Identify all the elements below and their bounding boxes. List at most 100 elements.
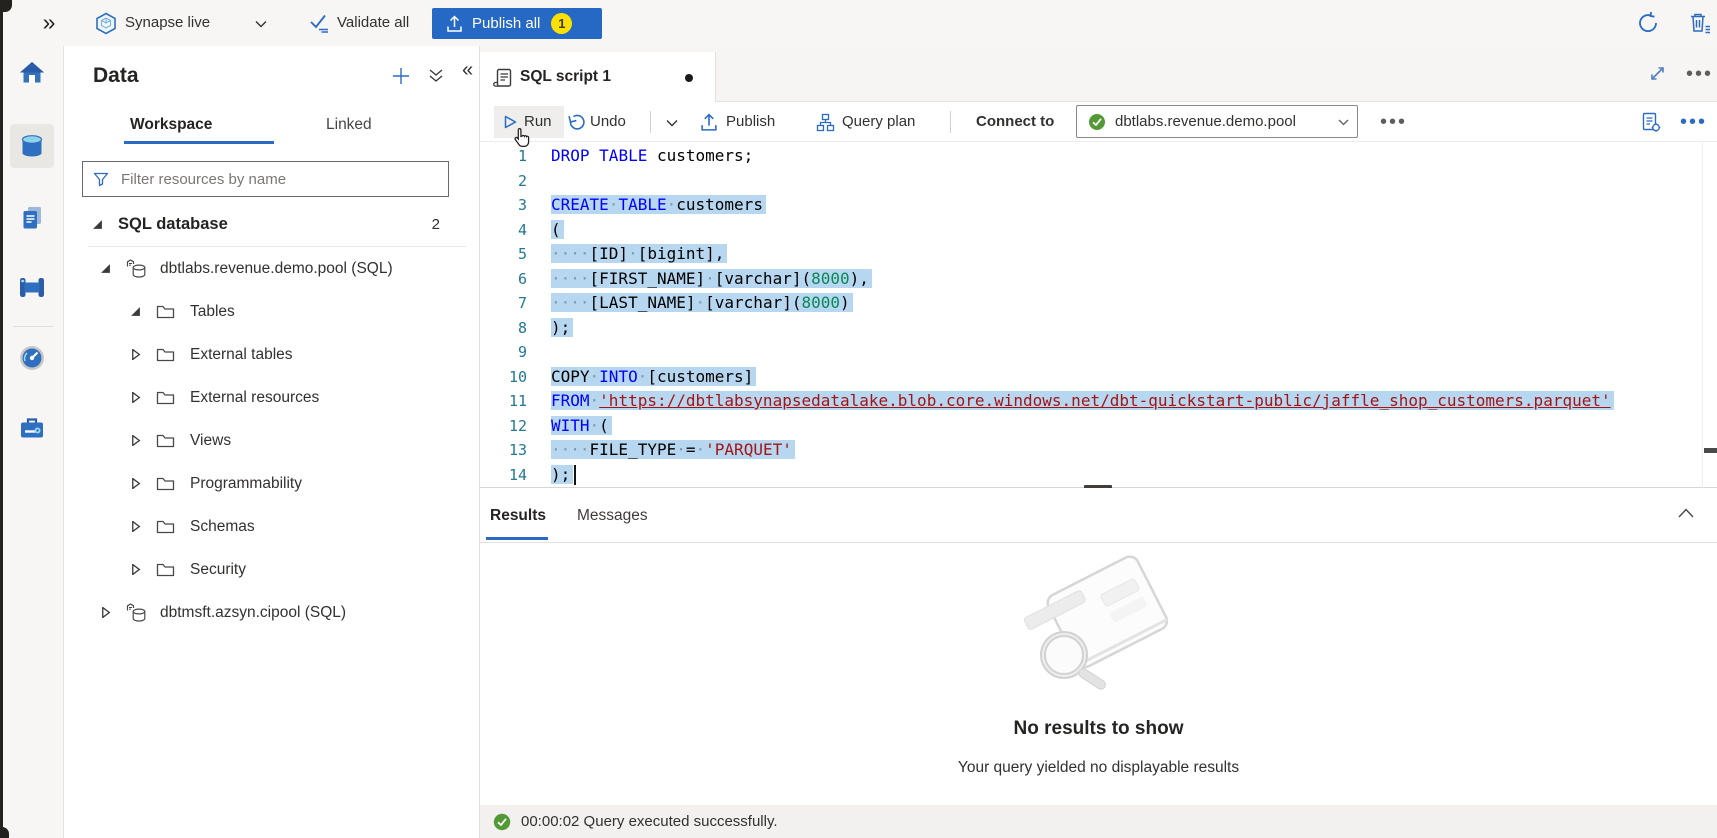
- code-line[interactable]: 14);: [480, 463, 1717, 488]
- editor-scrollbar-track[interactable]: [1702, 142, 1703, 488]
- tree-row[interactable]: External resources: [64, 376, 480, 419]
- code-line[interactable]: 3CREATE·TABLE·customers: [480, 193, 1717, 218]
- filter-box: [82, 161, 449, 197]
- publish-all-button[interactable]: Publish all 1: [432, 8, 602, 39]
- top-command-bar: » Synapse live Validate all Publish all …: [3, 0, 1717, 47]
- collapse-panel-icon[interactable]: «: [462, 59, 473, 82]
- expanded-expander-icon[interactable]: [98, 263, 112, 274]
- tree-item-label: SQL database: [118, 215, 228, 234]
- properties-icon[interactable]: [1640, 111, 1662, 133]
- publish-button[interactable]: Publish: [726, 102, 775, 142]
- connected-check-icon: [1088, 113, 1106, 131]
- tab-messages[interactable]: Messages: [577, 488, 648, 543]
- tree-row[interactable]: Security: [64, 548, 480, 591]
- toolbar-more-icon[interactable]: •••: [1380, 102, 1407, 142]
- code-line[interactable]: 6····[FIRST_NAME]·[varchar](8000),: [480, 267, 1717, 292]
- code-line[interactable]: 9: [480, 340, 1717, 365]
- collapsed-expander-icon[interactable]: [128, 349, 142, 360]
- connect-to-dropdown[interactable]: dbtlabs.revenue.demo.pool: [1076, 105, 1358, 138]
- expand-panel-icon[interactable]: »: [36, 0, 62, 46]
- code-line[interactable]: 11FROM·'https://dbtlabsynapsedatalake.bl…: [480, 389, 1717, 414]
- code-line[interactable]: 13····FILE_TYPE·=·'PARQUET': [480, 438, 1717, 463]
- filter-funnel-icon: [93, 172, 109, 187]
- code-line[interactable]: 8);: [480, 316, 1717, 341]
- undo-button[interactable]: Undo: [590, 102, 626, 142]
- validate-all-button[interactable]: Validate all: [337, 0, 409, 46]
- tree-item-label: Programmability: [190, 475, 302, 493]
- rail-item-home[interactable]: [10, 50, 54, 94]
- develop-icon: [18, 204, 46, 232]
- collapsed-expander-icon[interactable]: [128, 564, 142, 575]
- collapsed-expander-icon[interactable]: [128, 521, 142, 532]
- editor-more-actions-icon[interactable]: •••: [1680, 102, 1707, 142]
- publish-all-label: Publish all: [472, 15, 540, 32]
- code-line[interactable]: 12WITH·(: [480, 414, 1717, 439]
- environment-chevron-down-icon[interactable]: [255, 20, 267, 28]
- tree-row[interactable]: dbtlabs.revenue.demo.pool (SQL): [64, 247, 480, 290]
- data-panel: Data « Workspace Linked SQL database2dbt…: [64, 46, 480, 838]
- line-number: 7: [480, 291, 527, 316]
- line-number: 10: [480, 365, 527, 390]
- code-line[interactable]: 4(: [480, 218, 1717, 243]
- code-line[interactable]: 1DROP TABLE customers;: [480, 144, 1717, 169]
- tree-row[interactable]: Tables: [64, 290, 480, 333]
- tree-row[interactable]: dbtmsft.azsyn.cipool (SQL): [64, 591, 480, 634]
- code-line[interactable]: 7····[LAST_NAME]·[varchar](8000): [480, 291, 1717, 316]
- script-toolbar: Run Undo Publish: [480, 102, 1717, 142]
- expand-all-icon[interactable]: [428, 68, 444, 84]
- sql-script-icon: [493, 67, 513, 89]
- collapsed-expander-icon[interactable]: [128, 478, 142, 489]
- rail-divider: [13, 326, 53, 327]
- rail-item-data[interactable]: [10, 124, 54, 168]
- query-status-text: 00:00:02 Query executed successfully.: [521, 813, 778, 830]
- filter-input[interactable]: [119, 170, 423, 189]
- editor-scrollbar-marker[interactable]: [1704, 448, 1717, 453]
- folder-icon: [156, 347, 176, 362]
- add-resource-icon[interactable]: [392, 67, 410, 85]
- tree-row[interactable]: Views: [64, 419, 480, 462]
- collapsed-expander-icon[interactable]: [98, 607, 112, 618]
- tree-item-label: Security: [190, 561, 246, 579]
- resource-tree: SQL database 2 dbtlabs.revenue.demo.pool (…: [64, 203, 480, 634]
- validate-all-icon: [309, 13, 331, 33]
- tree-row[interactable]: Schemas: [64, 505, 480, 548]
- rail-item-monitor[interactable]: [10, 336, 54, 380]
- discard-all-icon[interactable]: [1687, 11, 1712, 35]
- data-icon: [18, 132, 46, 160]
- collapse-results-icon[interactable]: [1678, 508, 1694, 518]
- tree-row[interactable]: SQL database 2: [64, 203, 480, 246]
- tab-linked[interactable]: Linked: [326, 108, 372, 146]
- query-plan-button[interactable]: Query plan: [842, 102, 915, 142]
- tab-results[interactable]: Results: [490, 488, 546, 543]
- expanded-expander-icon[interactable]: [128, 306, 142, 317]
- tree-item-count: 2: [432, 216, 440, 233]
- line-number: 13: [480, 438, 527, 463]
- unsaved-changes-dot: [685, 74, 693, 82]
- folder-icon: [156, 476, 176, 491]
- collapsed-expander-icon[interactable]: [128, 392, 142, 403]
- environment-selector[interactable]: Synapse live: [125, 0, 210, 46]
- publish-all-icon: [446, 15, 463, 33]
- rail-item-develop[interactable]: [10, 196, 54, 240]
- code-line[interactable]: 5····[ID]·[bigint],: [480, 242, 1717, 267]
- expand-editor-icon[interactable]: [1648, 64, 1667, 83]
- rail-item-integrate[interactable]: [10, 265, 54, 309]
- database-icon: [126, 259, 146, 279]
- text-cursor: [574, 465, 576, 485]
- run-options-chevron-icon[interactable]: [666, 119, 678, 127]
- refresh-icon[interactable]: [1637, 11, 1661, 35]
- folder-icon: [156, 304, 176, 319]
- folder-icon: [156, 562, 176, 577]
- code-line[interactable]: 10COPY·INTO·[customers]: [480, 365, 1717, 390]
- toolbar-divider: [950, 111, 951, 133]
- sql-code-editor[interactable]: 1DROP TABLE customers;23CREATE·TABLE·cus…: [480, 142, 1717, 488]
- code-line[interactable]: 2: [480, 169, 1717, 194]
- tab-sql-script-1[interactable]: SQL script 1: [480, 52, 716, 102]
- expanded-expander-icon[interactable]: [90, 219, 104, 230]
- rail-item-manage[interactable]: [10, 406, 54, 450]
- collapsed-expander-icon[interactable]: [128, 435, 142, 446]
- tab-more-actions-icon[interactable]: •••: [1686, 54, 1713, 94]
- tree-row[interactable]: Programmability: [64, 462, 480, 505]
- tree-row[interactable]: External tables: [64, 333, 480, 376]
- connected-pool-name: dbtlabs.revenue.demo.pool: [1115, 106, 1296, 137]
